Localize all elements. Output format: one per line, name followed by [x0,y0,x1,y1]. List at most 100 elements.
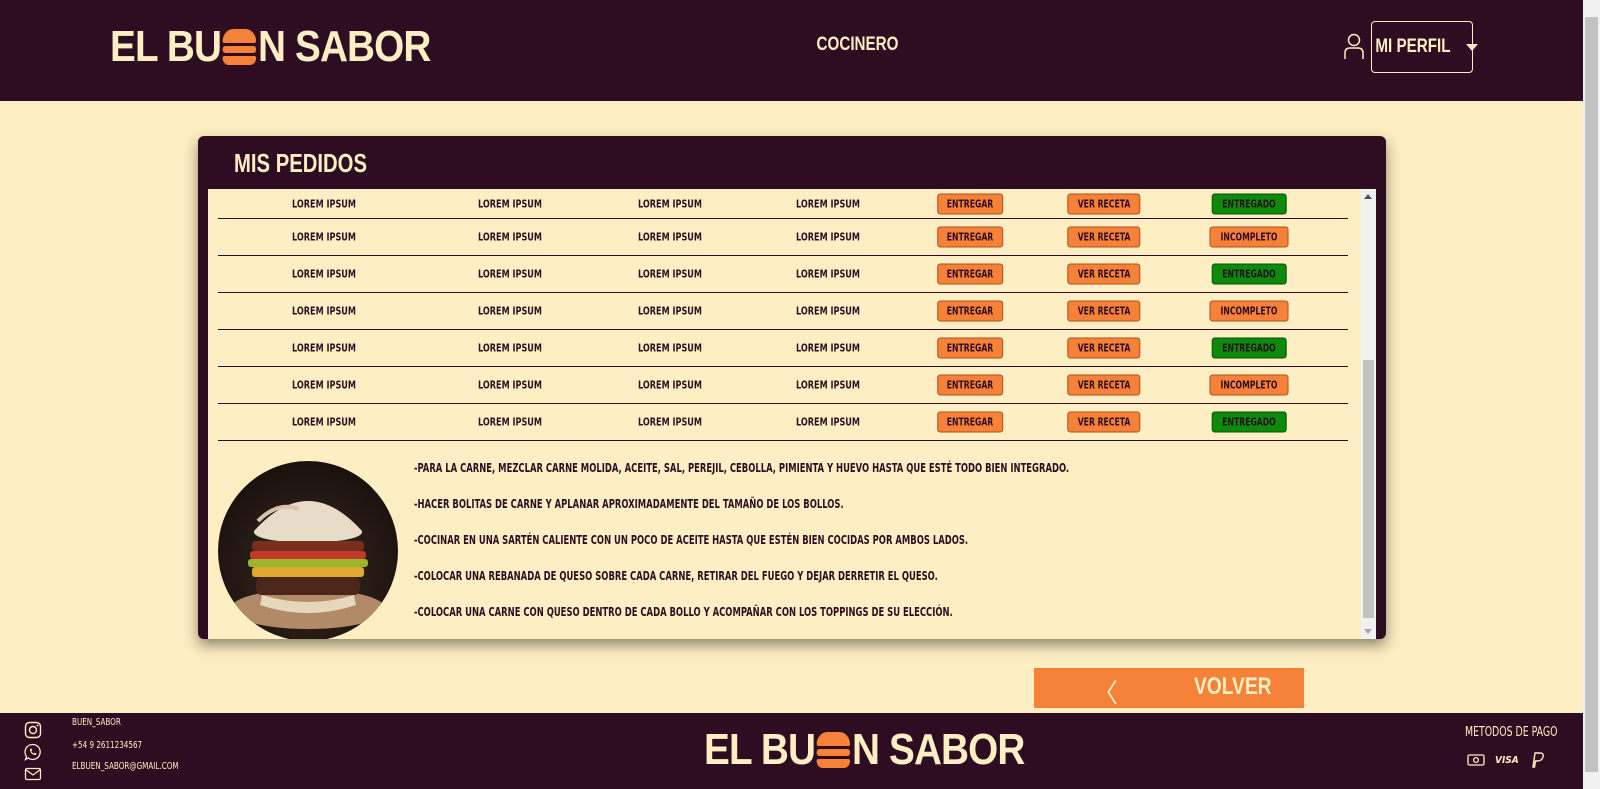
table-cell: LOREM IPSUM [292,230,356,244]
top-navbar: EL BU N SABOR COCINERO MI PERFIL [0,0,1583,101]
table-row: LOREM IPSUM LOREM IPSUM LOREM IPSUM LOREM I… [218,367,1348,404]
footer-burger-logo-icon [816,730,851,770]
table-row: LOREM IPSUM LOREM IPSUM LOREM IPSUM LOREM I… [218,219,1348,256]
table-cell: LOREM IPSUM [292,378,356,392]
visa-icon: VISA [1495,754,1519,766]
table-cell: LOREM IPSUM [292,267,356,281]
deliver-button[interactable]: ENTREGAR [937,337,1003,359]
table-cell: LOREM IPSUM [292,304,356,318]
deliver-button[interactable]: ENTREGAR [937,226,1003,248]
view-recipe-button[interactable]: VER RECETA [1067,337,1141,359]
table-cell: LOREM IPSUM [638,304,702,318]
logo-text-right: N SABOR [258,22,431,71]
table-cell: LOREM IPSUM [478,230,542,244]
status-badge: ENTREGADO [1211,263,1287,285]
table-row: LOREM IPSUM LOREM IPSUM LOREM IPSUM LOREM I… [218,293,1348,330]
panel-scrollbar[interactable] [1361,189,1376,639]
scroll-thumb[interactable] [1363,360,1374,618]
table-cell: LOREM IPSUM [478,341,542,355]
profile-dropdown-button[interactable]: MI PERFIL [1371,21,1478,73]
view-recipe-button[interactable]: VER RECETA [1067,193,1141,214]
view-recipe-button[interactable]: VER RECETA [1067,300,1141,322]
table-cell: LOREM IPSUM [796,341,860,355]
panel-title: MIS PEDIDOS [234,148,367,178]
whatsapp-icon[interactable] [24,743,42,761]
orders-panel: MIS PEDIDOS LOREM IPSUM LOREM IPSUM LOREM … [198,136,1386,639]
view-recipe-button[interactable]: VER RECETA [1067,411,1141,433]
orders-table: LOREM IPSUM LOREM IPSUM LOREM IPSUM LOREM I… [218,189,1348,441]
scroll-down-arrow-icon[interactable] [1364,629,1372,634]
table-cell: LOREM IPSUM [638,341,702,355]
back-label: VOLVER [1194,673,1272,700]
instagram-handle[interactable]: BUEN_SABOR [72,717,133,728]
footer-logo-text-left: EL BU [704,725,816,774]
view-recipe-button[interactable]: VER RECETA [1067,226,1141,248]
email-address[interactable]: ELBUEN_SABOR@GMAIL.COM [72,761,205,772]
recipe-steps: -PARA LA CARNE, MEZCLAR CARNE MOLIDA, AC… [414,461,1334,639]
table-cell: LOREM IPSUM [478,267,542,281]
table-cell: LOREM IPSUM [292,415,356,429]
table-cell: LOREM IPSUM [638,415,702,429]
table-cell: LOREM IPSUM [638,267,702,281]
table-cell: LOREM IPSUM [478,304,542,318]
status-badge: INCOMPLETO [1209,374,1289,396]
page-scrollbar[interactable] [1583,0,1600,789]
view-recipe-button[interactable]: VER RECETA [1067,263,1141,285]
logo-text-left: EL BU [110,22,222,71]
footer: BUEN_SABOR +54 9 2611234567 ELBUEN_SABOR… [0,713,1583,789]
deliver-button[interactable]: ENTREGAR [937,374,1003,396]
table-cell: LOREM IPSUM [638,197,702,210]
recipe-step: -COCINAR EN UNA SARTÉN CALIENTE CON UN P… [414,533,969,547]
instagram-icon[interactable] [24,721,42,739]
orders-scroll-area[interactable]: LOREM IPSUM LOREM IPSUM LOREM IPSUM LOREM I… [208,189,1376,639]
status-badge: ENTREGADO [1211,337,1287,359]
burger-image [218,461,398,639]
table-row: LOREM IPSUM LOREM IPSUM LOREM IPSUM LOREM I… [218,404,1348,441]
recipe-step: -COLOCAR UNA REBANADA DE QUESO SOBRE CAD… [414,569,938,583]
view-recipe-button[interactable]: VER RECETA [1067,374,1141,396]
deliver-button[interactable]: ENTREGAR [937,193,1003,214]
recipe-step: -PARA LA CARNE, MEZCLAR CARNE MOLIDA, AC… [414,461,1070,475]
status-badge: INCOMPLETO [1209,226,1289,248]
footer-logo-text-right: N SABOR [852,725,1025,774]
deliver-button[interactable]: ENTREGAR [937,411,1003,433]
table-cell: LOREM IPSUM [478,378,542,392]
phone-number[interactable]: +54 9 2611234567 [72,740,160,751]
user-icon [1344,33,1364,59]
page-scroll-thumb[interactable] [1585,17,1598,772]
role-label: COCINERO [816,34,899,55]
burger-logo-icon [222,27,257,67]
table-cell: LOREM IPSUM [796,267,860,281]
payment-icons: VISA [1467,751,1545,769]
footer-brand-logo: EL BU N SABOR [704,725,1025,774]
table-row: LOREM IPSUM LOREM IPSUM LOREM IPSUM LOREM I… [218,189,1348,219]
table-cell: LOREM IPSUM [796,304,860,318]
paypal-icon [1531,752,1544,768]
payment-methods-title: METODOS DE PAGO [1465,725,1558,740]
deliver-button[interactable]: ENTREGAR [937,300,1003,322]
mail-icon[interactable] [24,765,42,783]
table-cell: LOREM IPSUM [638,378,702,392]
chevron-left-icon: 〈 [1092,678,1119,708]
status-badge: INCOMPLETO [1209,300,1289,322]
deliver-button[interactable]: ENTREGAR [937,263,1003,285]
table-cell: LOREM IPSUM [796,415,860,429]
cash-icon [1467,754,1485,766]
status-badge: ENTREGADO [1211,411,1287,433]
table-cell: LOREM IPSUM [796,378,860,392]
back-button[interactable]: 〈 VOLVER [1034,668,1304,708]
table-cell: LOREM IPSUM [638,230,702,244]
table-cell: LOREM IPSUM [478,197,542,210]
table-row: LOREM IPSUM LOREM IPSUM LOREM IPSUM LOREM I… [218,330,1348,367]
table-cell: LOREM IPSUM [796,197,860,210]
table-cell: LOREM IPSUM [796,230,860,244]
recipe-step: -COLOCAR UNA CARNE CON QUESO DENTRO DE C… [414,605,953,619]
chevron-down-icon [1465,43,1478,51]
brand-logo[interactable]: EL BU N SABOR [110,22,431,71]
table-cell: LOREM IPSUM [292,341,356,355]
table-cell: LOREM IPSUM [292,197,356,210]
recipe-step: -HACER BOLITAS DE CARNE Y APLANAR APROXI… [414,497,844,511]
table-cell: LOREM IPSUM [478,415,542,429]
status-badge: ENTREGADO [1211,193,1287,214]
scroll-up-arrow-icon[interactable] [1364,194,1372,199]
